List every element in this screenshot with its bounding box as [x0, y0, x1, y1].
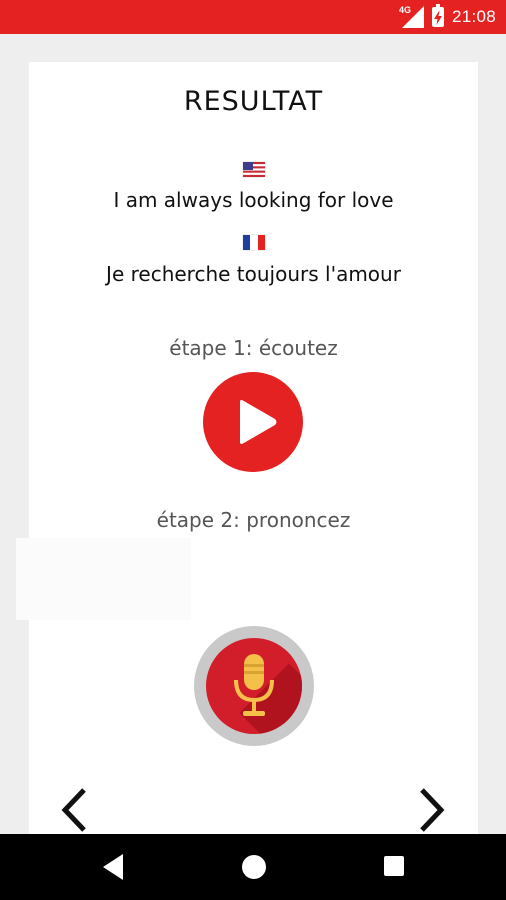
chevron-left-icon	[61, 788, 86, 832]
next-button[interactable]	[415, 786, 449, 834]
chevron-right-icon	[420, 788, 445, 832]
previous-button[interactable]	[57, 786, 91, 834]
play-icon	[240, 400, 277, 444]
system-nav-bar	[0, 834, 506, 900]
page-title: RESULTAT	[183, 86, 324, 117]
network-type: 4G	[398, 5, 411, 15]
france-flag-icon	[243, 235, 265, 250]
step2-label: étape 2: prononcez	[156, 508, 351, 532]
home-icon[interactable]	[242, 855, 266, 879]
step1-label: étape 1: écoutez	[169, 336, 338, 360]
status-bar: 4G 21:08	[0, 0, 506, 34]
back-icon[interactable]	[103, 854, 123, 880]
record-button-inner	[206, 638, 302, 734]
record-button[interactable]	[194, 626, 314, 746]
recent-apps-icon[interactable]	[384, 856, 404, 876]
status-time: 21:08	[451, 7, 496, 26]
microphone-icon	[234, 654, 274, 716]
result-card: RESULTAT I am always looking for love Je…	[16, 62, 478, 842]
battery-charging-icon	[431, 4, 444, 27]
source-sentence: I am always looking for love	[113, 188, 394, 212]
signal-icon: 4G	[398, 5, 424, 28]
feedback-area	[16, 538, 191, 620]
us-flag-icon	[243, 162, 265, 177]
play-button[interactable]	[203, 372, 303, 472]
target-sentence: Je recherche toujours l'amour	[106, 262, 401, 286]
